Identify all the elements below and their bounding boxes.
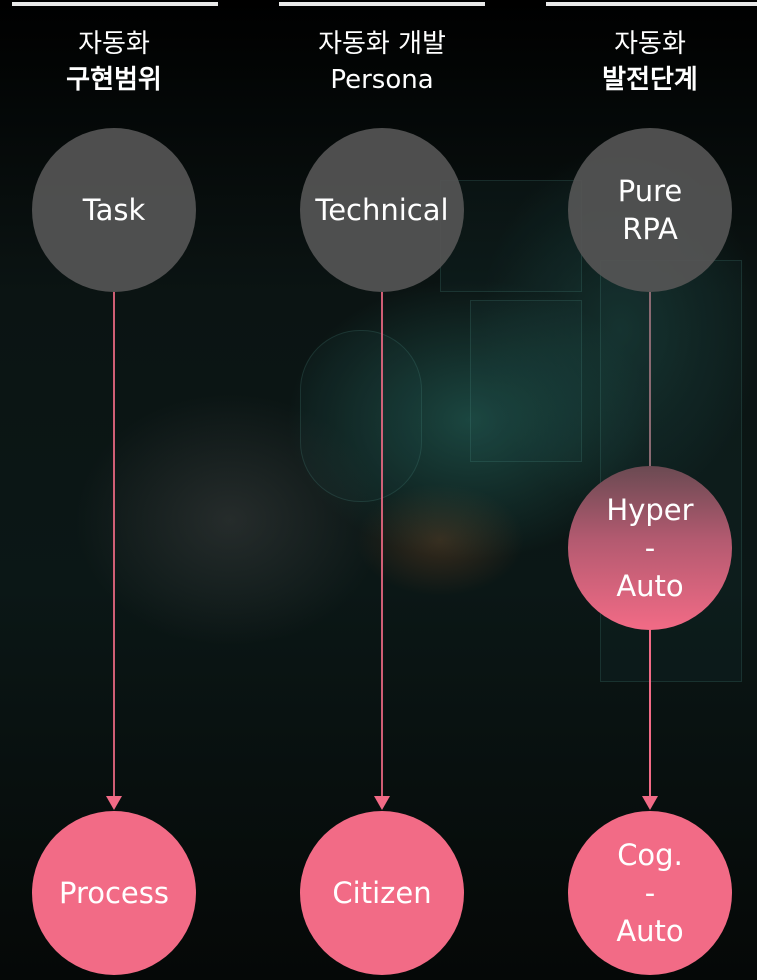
technical-node-label: Technical — [315, 193, 449, 227]
column-2-top-rule — [279, 2, 485, 6]
hyper-auto-node: Hyper - Auto — [568, 466, 732, 630]
column-2-title-line2: Persona — [330, 65, 434, 95]
pure-rpa-node-label: Pure RPA — [617, 174, 683, 246]
process-node-label: Process — [58, 876, 169, 910]
column-1-title: 자동화 구현범위 — [14, 26, 214, 98]
column-3-title-line2: 발전단계 — [602, 65, 698, 95]
cog-auto-node-label: Cog. - Auto — [616, 838, 684, 948]
column-2-title: 자동화 개발 Persona — [282, 26, 482, 98]
cog-auto-node: Cog. - Auto — [568, 811, 732, 975]
task-to-process-arrowhead — [106, 796, 122, 810]
column-2-title-line1: 자동화 개발 — [318, 29, 446, 59]
citizen-node-label: Citizen — [332, 876, 432, 910]
task-node-label: Task — [82, 193, 146, 227]
hyper-auto-node-label: Hyper - Auto — [606, 493, 694, 603]
process-node: Process — [32, 811, 196, 975]
pure-rpa-node: Pure RPA — [568, 128, 732, 292]
column-3-title: 자동화 발전단계 — [550, 26, 750, 98]
column-3-title-line1: 자동화 — [614, 29, 686, 59]
column-1-title-line1: 자동화 — [78, 29, 150, 59]
task-node: Task — [32, 128, 196, 292]
column-1-title-line2: 구현범위 — [66, 65, 162, 95]
technical-to-citizen-arrowhead — [374, 796, 390, 810]
hyper-auto-to-cog-auto-arrowhead — [642, 796, 658, 810]
column-3-top-rule — [546, 2, 757, 6]
technical-node: Technical — [300, 128, 464, 292]
column-1-top-rule — [12, 2, 218, 6]
citizen-node: Citizen — [300, 811, 464, 975]
